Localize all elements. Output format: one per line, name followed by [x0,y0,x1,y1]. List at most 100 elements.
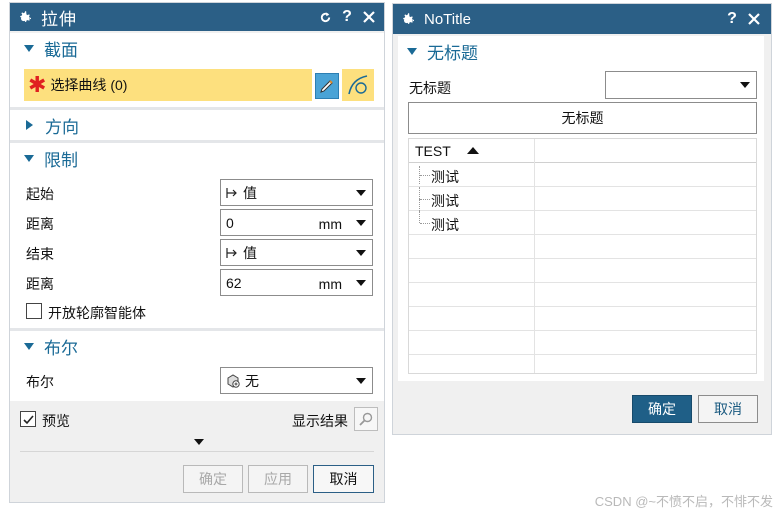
table-row-empty [409,283,756,307]
notitle-section-label: 无标题 [427,43,478,63]
end-distance-unit: mm [318,276,342,292]
end-value: 值 [243,244,257,261]
dialog-title: NoTitle [424,10,471,28]
sort-ascending-icon[interactable] [467,147,479,154]
select-curve-row: ✱ 选择曲线 (0) [24,69,384,101]
boolean-select[interactable]: 无 [220,367,373,394]
close-icon[interactable] [358,3,380,31]
table-row[interactable]: 测试 [409,163,756,187]
limits-header-label: 限制 [44,150,78,170]
boolean-label: 布尔 [26,374,54,390]
start-distance-value: 0 [226,214,234,231]
notitle-button[interactable]: 无标题 [408,102,757,134]
direction-header[interactable]: 方向 [10,110,384,140]
preview-label: 预览 [42,413,70,429]
end-distance-value: 62 [226,274,242,291]
notitle-select[interactable] [605,71,757,99]
extrude-titlebar[interactable]: 拉伸 ? [10,3,384,31]
notitle-panel: 无标题 无标题 无标题 TEST 测试 测试 测试 [398,36,764,381]
end-label: 结束 [26,246,54,262]
notitle-section-header[interactable]: 无标题 [398,36,764,66]
end-row: 结束 值 [10,237,384,267]
select-curve-field[interactable]: ✱ 选择曲线 (0) [24,69,312,101]
boolean-row: 布尔 无 [10,365,384,395]
divider [20,451,374,452]
table-cell: 测试 [431,217,459,233]
apply-button[interactable]: 应用 [248,465,308,493]
chevron-down-icon [740,82,750,88]
chevron-down-icon [356,250,366,256]
help-icon[interactable]: ? [336,3,358,31]
open-profile-row: 开放轮廓智能体 [10,297,384,327]
column-header-test[interactable]: TEST [415,143,451,159]
table-row[interactable]: 测试 [409,211,756,235]
magnifier-icon[interactable] [354,407,378,431]
start-distance-row: 距离 0 mm [10,207,384,237]
reset-icon[interactable] [314,3,336,31]
expanded-icon [24,44,34,52]
limits-panel: 限制 起始 值 距离 0 mm 结束 值 距离 62 mm 开放轮廓智能体 [10,143,384,328]
end-distance-row: 距离 62 mm [10,267,384,297]
value-type-icon [225,246,239,260]
tree-line [419,199,420,211]
table-header[interactable]: TEST [409,139,756,163]
chevron-down-icon[interactable] [356,280,366,286]
direction-header-label: 方向 [45,117,79,137]
dialog-title: 拉伸 [41,9,77,29]
expanded-icon [24,154,34,162]
help-icon[interactable]: ? [721,5,743,33]
start-value: 值 [243,184,257,201]
start-distance-input[interactable]: 0 mm [220,209,373,236]
end-distance-label: 距离 [26,276,54,292]
gear-icon[interactable] [13,3,37,31]
required-asterisk-icon: ✱ [28,72,47,97]
sketch-section-icon[interactable] [315,73,339,99]
expand-more-icon[interactable] [194,439,204,445]
cancel-button[interactable]: 取消 [698,395,758,423]
collapsed-icon [26,120,33,130]
curve-icon[interactable] [342,69,374,101]
end-distance-input[interactable]: 62 mm [220,269,373,296]
preview-checkbox[interactable] [20,411,36,427]
start-row: 起始 值 [10,177,384,207]
open-profile-checkbox[interactable] [26,303,42,319]
end-select[interactable]: 值 [220,239,373,266]
notitle-dialog: NoTitle ? 无标题 无标题 无标题 TEST 测试 测试 测试 确定 取… [392,3,772,435]
extrude-dialog: 拉伸 ? 截面 ✱ 选择曲线 (0) 方向 限制 起始 值 距离 0 mm 结束… [9,2,385,503]
boolean-header-label: 布尔 [44,338,78,358]
ok-button[interactable]: 确定 [632,395,692,423]
gear-icon[interactable] [396,5,420,33]
more-options-row[interactable] [10,437,384,451]
table-cell: 测试 [431,193,459,209]
select-curve-label: 选择曲线 (0) [50,77,128,93]
ok-button[interactable]: 确定 [183,465,243,493]
show-result-label: 显示结果 [292,413,348,429]
start-label: 起始 [26,186,54,202]
table-row-empty [409,307,756,331]
tree-line [420,199,430,200]
start-select[interactable]: 值 [220,179,373,206]
notitle-titlebar[interactable]: NoTitle ? [393,4,771,34]
direction-panel: 方向 [10,110,384,140]
tree-line [420,223,430,224]
boolean-value: 无 [245,372,259,389]
chevron-down-icon [356,190,366,196]
limits-header[interactable]: 限制 [10,143,384,173]
table-row[interactable]: 测试 [409,187,756,211]
chevron-down-icon [356,378,366,384]
boolean-none-icon [225,373,241,389]
table-row-empty [409,235,756,259]
cancel-button[interactable]: 取消 [313,465,374,493]
section-panel: 截面 ✱ 选择曲线 (0) [10,33,384,107]
notitle-field-label: 无标题 [409,80,451,96]
tree-line [420,175,430,176]
boolean-header[interactable]: 布尔 [10,331,384,361]
expanded-icon [24,342,34,350]
preview-row: 预览 显示结果 [10,401,384,437]
watermark: CSDN @~不愤不启，不悱不发 [594,494,773,509]
test-table[interactable]: TEST 测试 测试 测试 [408,138,757,374]
section-header[interactable]: 截面 [10,33,384,63]
close-icon[interactable] [743,5,765,33]
chevron-down-icon[interactable] [356,220,366,226]
table-cell: 测试 [431,169,459,185]
